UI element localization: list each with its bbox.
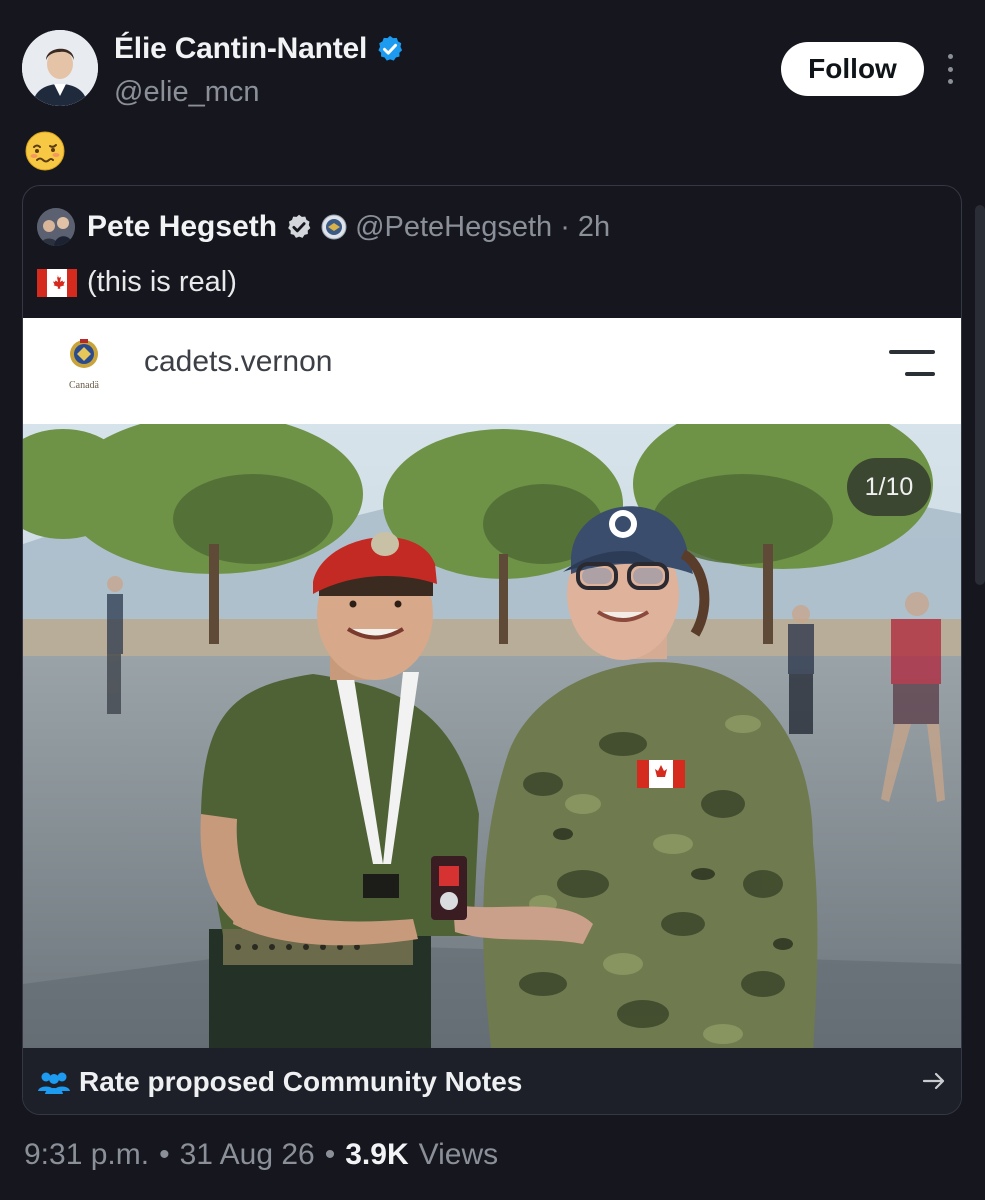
quoted-post-age: · 2h	[560, 210, 611, 243]
views-label: Views	[418, 1138, 499, 1171]
government-seal-icon	[321, 214, 347, 240]
author-handle[interactable]: @elie_mcn	[114, 76, 260, 109]
people-icon	[38, 1072, 70, 1094]
post-time[interactable]: 9:31 p.m.	[24, 1138, 149, 1172]
verified-badge-icon	[378, 35, 403, 61]
community-notes-bar[interactable]: Rate proposed Community Notes	[23, 1048, 961, 1114]
author-name-row: Élie Cantin-Nantel	[114, 32, 405, 66]
post-header: Élie Cantin-Nantel @elie_mcn Follow	[22, 30, 962, 110]
separator-dot: •	[159, 1138, 170, 1171]
photo-illustration	[23, 424, 961, 1048]
cadets-crest-logo: Canadä	[69, 339, 100, 391]
hamburger-menu-icon[interactable]	[887, 350, 935, 376]
follow-button[interactable]: Follow	[781, 42, 924, 96]
quoted-author-name[interactable]: Pete Hegseth	[87, 210, 277, 244]
post-date[interactable]: 31 Aug 26	[180, 1138, 315, 1172]
woozy-face-emoji-icon	[25, 131, 65, 171]
quoted-post-card[interactable]: Pete Hegseth @PeteHegseth · 2h (this is …	[22, 185, 962, 1115]
svg-text:Canadä: Canadä	[69, 380, 100, 391]
author-name[interactable]: Élie Cantin-Nantel	[114, 32, 367, 66]
image-counter-badge: 1/10	[847, 458, 931, 516]
author-avatar[interactable]	[22, 30, 98, 106]
views-count[interactable]: 3.9K	[345, 1138, 408, 1172]
canada-flag-icon	[37, 268, 77, 297]
scrollbar[interactable]	[975, 205, 985, 585]
quoted-post-text: (this is real)	[87, 266, 237, 298]
site-name[interactable]: cadets.vernon	[144, 345, 332, 379]
separator-dot: •	[324, 1138, 336, 1171]
quoted-avatar[interactable]	[37, 208, 75, 246]
more-options-icon[interactable]	[946, 54, 954, 84]
embedded-site-header[interactable]: Canadä cadets.vernon	[23, 318, 961, 424]
community-notes-label[interactable]: Rate proposed Community Notes	[79, 1066, 522, 1098]
arrow-right-icon[interactable]	[921, 1068, 947, 1094]
quoted-header: Pete Hegseth @PeteHegseth · 2h	[37, 208, 610, 246]
quoted-author-handle[interactable]: @PeteHegseth	[355, 211, 552, 244]
post-meta: 9:31 p.m. • 31 Aug 26 • 3.9K Views	[24, 1138, 498, 1172]
quoted-text-row: (this is real)	[37, 266, 237, 299]
verified-badge-icon	[288, 214, 311, 238]
post-photo[interactable]: 1/10	[23, 424, 961, 1048]
